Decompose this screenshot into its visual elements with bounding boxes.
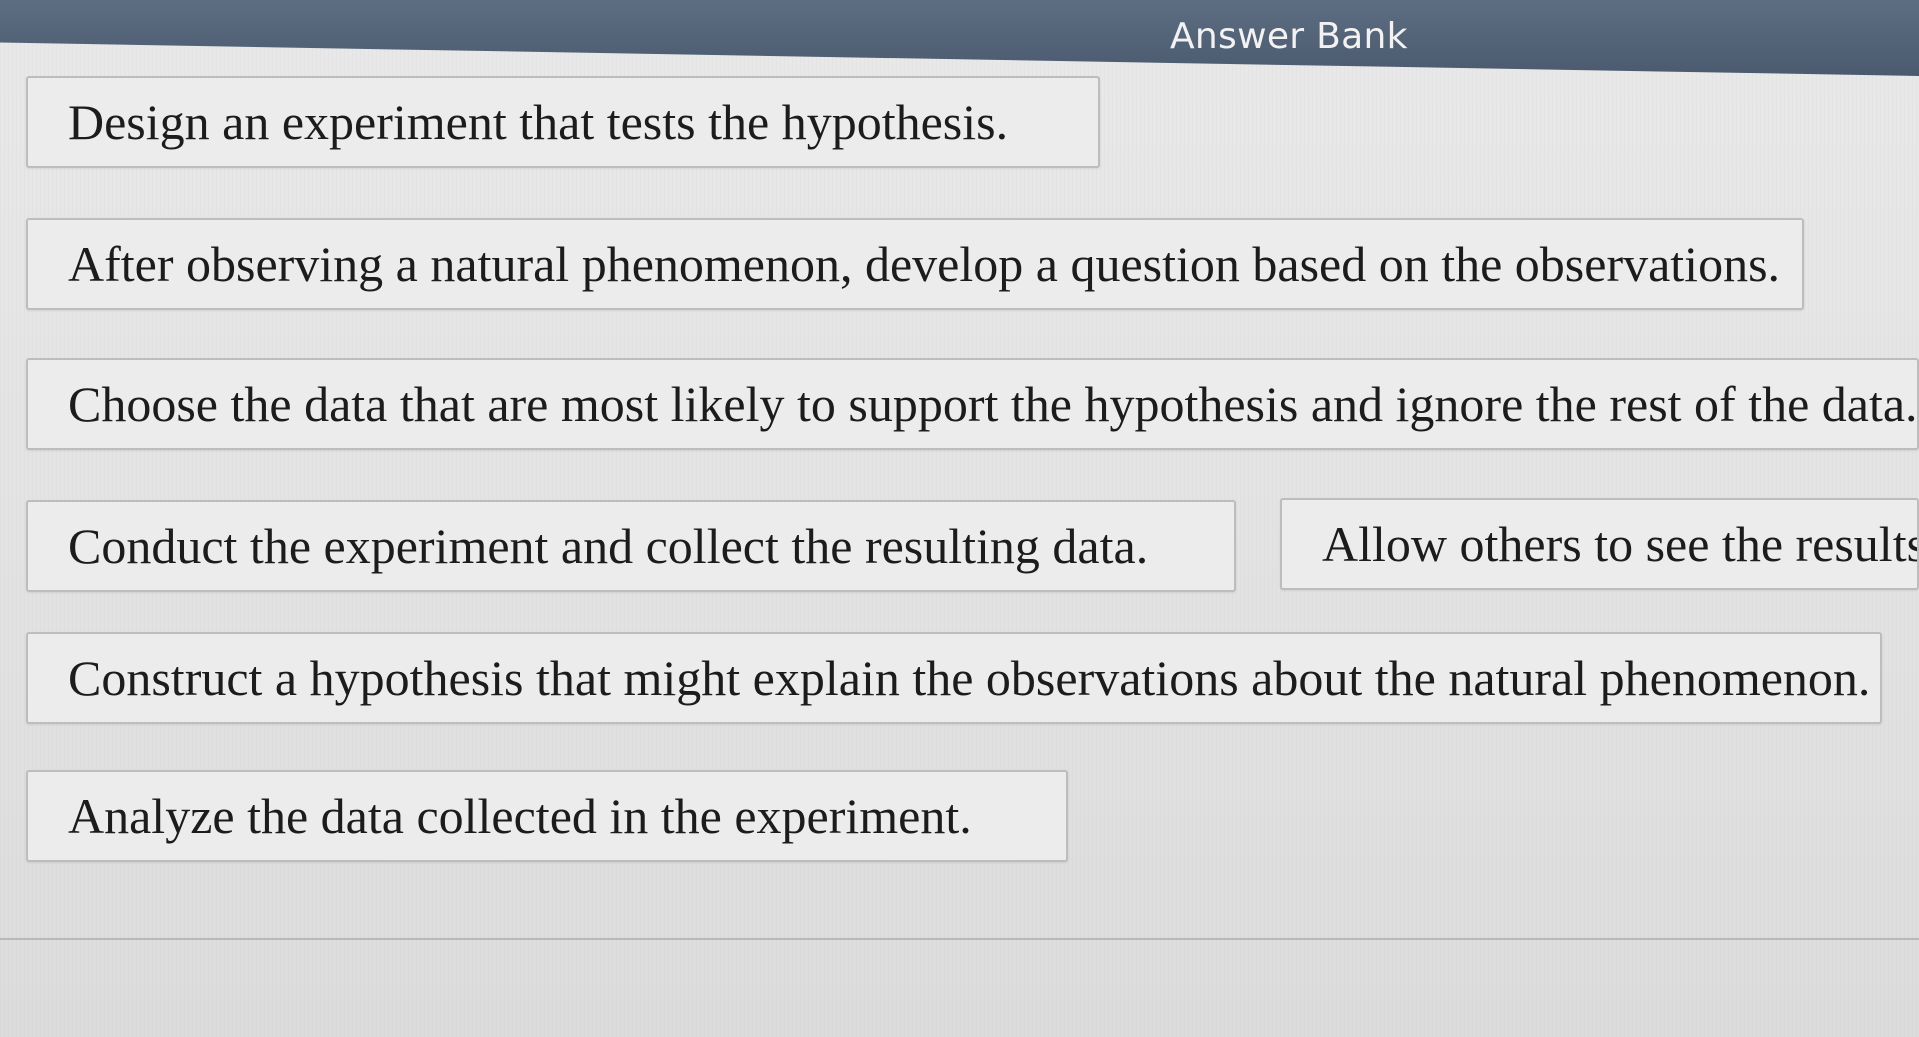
answer-label: Conduct the experiment and collect the r…: [68, 518, 1149, 574]
answer-tile-conduct-experiment[interactable]: Conduct the experiment and collect the r…: [26, 500, 1236, 592]
answer-bank-header: [0, 0, 1919, 76]
answer-label: Construct a hypothesis that might explai…: [68, 650, 1871, 706]
answer-bank-screen: Answer Bank Design an experiment that te…: [0, 0, 1919, 1037]
answer-tile-design-experiment[interactable]: Design an experiment that tests the hypo…: [26, 76, 1100, 168]
answer-label: Analyze the data collected in the experi…: [68, 788, 972, 844]
answer-label: Allow others to see the results of t: [1322, 516, 1919, 572]
answer-tile-develop-question[interactable]: After observing a natural phenomenon, de…: [26, 218, 1804, 310]
answer-bank-title: Answer Bank: [1170, 16, 1408, 57]
answer-tile-construct-hypothesis[interactable]: Construct a hypothesis that might explai…: [26, 632, 1882, 724]
answer-label: After observing a natural phenomenon, de…: [68, 236, 1781, 292]
answer-label: Design an experiment that tests the hypo…: [68, 94, 1009, 150]
answer-tile-analyze-data[interactable]: Analyze the data collected in the experi…: [26, 770, 1068, 862]
answer-label: Choose the data that are most likely to …: [68, 376, 1918, 432]
answer-tile-allow-others[interactable]: Allow others to see the results of t: [1280, 498, 1919, 590]
answer-bank-bottom-border: [0, 938, 1919, 940]
answer-tile-choose-data[interactable]: Choose the data that are most likely to …: [26, 358, 1919, 450]
